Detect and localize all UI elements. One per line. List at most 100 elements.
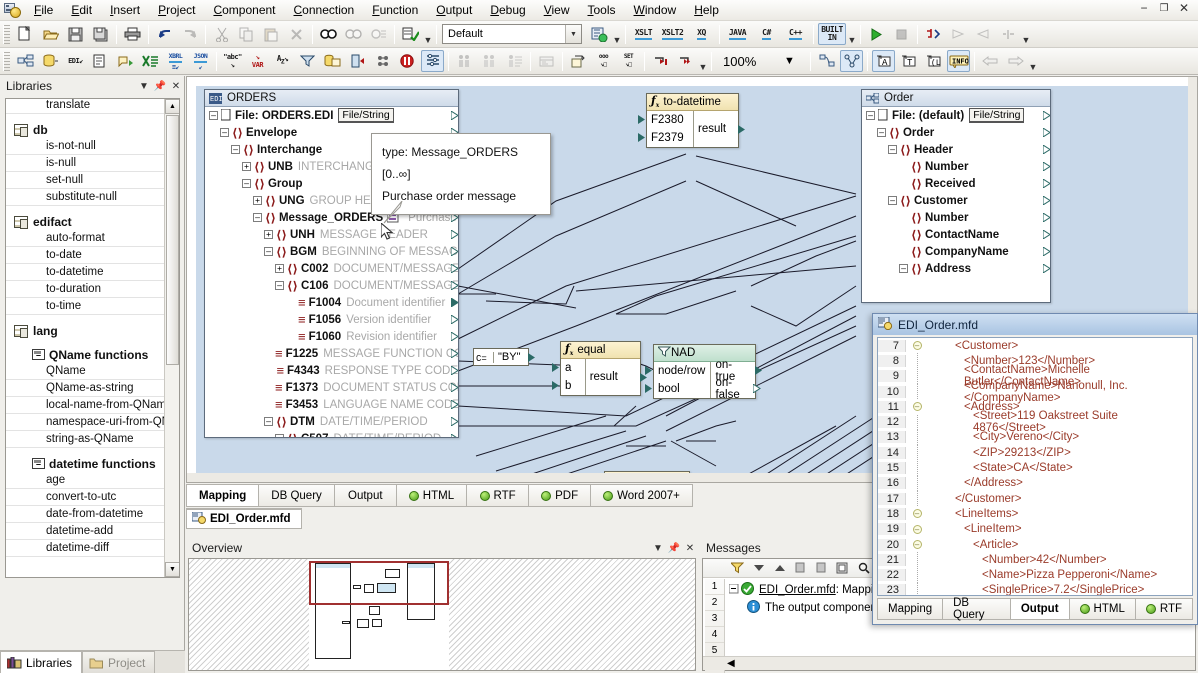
paste-icon[interactable]	[260, 23, 283, 45]
auto-layout-icon[interactable]	[815, 50, 838, 72]
delete-icon[interactable]	[285, 23, 308, 45]
fold-toggle-icon[interactable]: –	[906, 524, 928, 534]
code-target-c[interactable]: C#	[753, 23, 780, 45]
generate-code-icon[interactable]	[588, 23, 611, 45]
xml-line[interactable]: 17 </Customer>	[878, 491, 1192, 507]
collapse-icon[interactable]: –	[220, 128, 229, 137]
menu-item-debug[interactable]: Debug	[481, 1, 534, 20]
chained-mapping-icon[interactable]	[421, 50, 444, 72]
library-function-substitute-null[interactable]: substitute-null	[6, 189, 166, 206]
output-port[interactable]	[1042, 229, 1050, 240]
next-message-icon[interactable]	[749, 560, 768, 577]
if-else-icon[interactable]	[346, 50, 369, 72]
expand-icon[interactable]: +	[253, 196, 262, 205]
close-icon[interactable]: ✕	[682, 540, 698, 556]
function-input-port[interactable]: b	[552, 377, 585, 395]
tab-pdf[interactable]: PDF	[528, 484, 591, 507]
chevron-down-icon[interactable]: ▼	[565, 25, 581, 43]
output-port[interactable]	[450, 416, 458, 427]
xml-line[interactable]: 7– <Customer>	[878, 338, 1192, 353]
print-icon[interactable]	[121, 23, 144, 45]
builtin-engine-icon[interactable]: BUILT IN	[818, 23, 846, 45]
messages-tab-2[interactable]: 2	[705, 595, 724, 611]
output-tab-rtf[interactable]: RTF	[1134, 598, 1193, 620]
constant-icon[interactable]: "abc" ↘	[221, 50, 244, 72]
code-target-java[interactable]: JAVA	[724, 23, 751, 45]
tree-row-companyname[interactable]: ⟨⟩ CompanyName	[862, 243, 1050, 260]
tree-row-header[interactable]: – ⟨⟩ Header	[862, 141, 1050, 158]
fold-toggle-icon[interactable]: –	[906, 402, 928, 412]
library-function-to-datetime[interactable]: to-datetime	[6, 264, 166, 281]
toolbar2-grip[interactable]	[3, 51, 10, 71]
collapse-icon[interactable]: –	[242, 179, 251, 188]
run-icon[interactable]	[865, 23, 888, 45]
output-window[interactable]: EDI_Order.mfd 7– <Customer> 8 <Number>123</…	[872, 313, 1198, 625]
tree-row-customer[interactable]: – ⟨⟩ Customer	[862, 192, 1050, 209]
xml-line[interactable]: 16 </Address>	[878, 475, 1192, 491]
scroll-left-icon[interactable]: ◀	[727, 658, 735, 669]
code-target-xq[interactable]: XQ	[688, 23, 715, 45]
collapse-icon[interactable]: –	[275, 281, 284, 290]
output-port[interactable]	[450, 263, 458, 274]
overview-thumbnail[interactable]	[188, 558, 696, 671]
expand-icon[interactable]: +	[242, 162, 251, 171]
library-function-to-duration[interactable]: to-duration	[6, 281, 166, 298]
show-types-icon[interactable]	[535, 50, 558, 72]
validate-icon[interactable]	[399, 23, 422, 45]
tree-row-f3453[interactable]: ≡ F3453 LANGUAGE NAME CODE	[205, 396, 458, 413]
code-target-xslt[interactable]: XSLT	[630, 23, 657, 45]
output-port[interactable]	[1042, 127, 1050, 138]
copy-icon[interactable]	[791, 560, 810, 577]
tree-row-c002[interactable]: + ⟨⟩ C002 DOCUMENT/MESSAGE N	[205, 260, 458, 277]
text-component-icon[interactable]	[89, 50, 112, 72]
tree-row-address[interactable]: – ⟨⟩ Address	[862, 260, 1050, 277]
tree-row-f1225[interactable]: ≡ F1225 MESSAGE FUNCTION CO	[205, 345, 458, 362]
library-function-local-name-from-qname[interactable]: local-name-from-QName	[6, 397, 173, 414]
library-function-is-null[interactable]: is-null	[6, 155, 166, 172]
expand-icon[interactable]: +	[264, 230, 273, 239]
library-subgroup-qname-functions[interactable]: QName functions	[6, 346, 166, 363]
library-subgroup-datetime-functions[interactable]: datetime functions	[6, 455, 166, 472]
library-function-to-time[interactable]: to-time	[6, 298, 166, 315]
show-library-l-icon[interactable]: (L)	[922, 50, 945, 72]
target-component-order[interactable]: Order – File: (default) File/String – ⟨⟩ Orde…	[861, 89, 1051, 303]
show-annotations-icon[interactable]	[503, 50, 526, 72]
fold-toggle-icon[interactable]: –	[906, 341, 928, 351]
message-link[interactable]: EDI_Order.mfd	[759, 584, 836, 596]
function-input-port[interactable]: a	[552, 359, 585, 377]
menu-item-insert[interactable]: Insert	[101, 1, 149, 20]
sort-icon[interactable]: AZ↘	[271, 50, 294, 72]
function-input-port[interactable]: bool	[645, 380, 710, 398]
library-function-datetime-add[interactable]: datetime-add	[6, 523, 166, 540]
tree-row-number[interactable]: ⟨⟩ Number	[862, 158, 1050, 175]
find-prev-icon[interactable]	[367, 23, 390, 45]
file-string-badge[interactable]: File/String	[969, 108, 1025, 123]
align-grid-icon[interactable]	[840, 50, 863, 72]
library-function-to-date[interactable]: to-date	[6, 247, 166, 264]
output-tab-mapping[interactable]: Mapping	[877, 598, 943, 620]
toolbar2-overflow-button-2[interactable]: ▼	[1028, 50, 1038, 72]
function-output-port[interactable]: on-false	[711, 377, 761, 401]
collapse-icon[interactable]: –	[253, 213, 262, 222]
library-function-set-null[interactable]: set-null	[6, 172, 166, 189]
output-port[interactable]	[450, 297, 458, 308]
set-node-icon[interactable]: SET ↘□	[617, 50, 640, 72]
output-port[interactable]	[1042, 195, 1050, 206]
json-component-icon[interactable]: JSON ↙	[189, 50, 212, 72]
zoom-dropdown-icon[interactable]: ▼	[778, 50, 801, 72]
chevron-down-icon[interactable]: ▼	[136, 78, 152, 94]
tree-row-order[interactable]: – ⟨⟩ Order	[862, 124, 1050, 141]
xml-component-icon[interactable]	[14, 50, 37, 72]
step-forward-all-icon[interactable]	[674, 50, 697, 72]
redo-icon[interactable]	[178, 23, 201, 45]
excel-component-icon[interactable]	[139, 50, 162, 72]
toolbar-overflow-button[interactable]: ▼	[423, 23, 433, 45]
output-port[interactable]	[450, 433, 458, 437]
library-function-auto-format[interactable]: auto-format	[6, 230, 166, 247]
tree-row-c106[interactable]: –⟨⟩C106 DOCUMENT/MESSAGE ID	[205, 277, 458, 294]
file-string-badge[interactable]: File/String	[338, 108, 394, 123]
library-function-qname-as-string[interactable]: QName-as-string	[6, 380, 166, 397]
collapse-icon[interactable]: –	[877, 128, 886, 137]
open-folder-icon[interactable]	[39, 23, 62, 45]
tree-row-unh[interactable]: + ⟨⟩ UNH MESSAGE HEADER	[205, 226, 458, 243]
